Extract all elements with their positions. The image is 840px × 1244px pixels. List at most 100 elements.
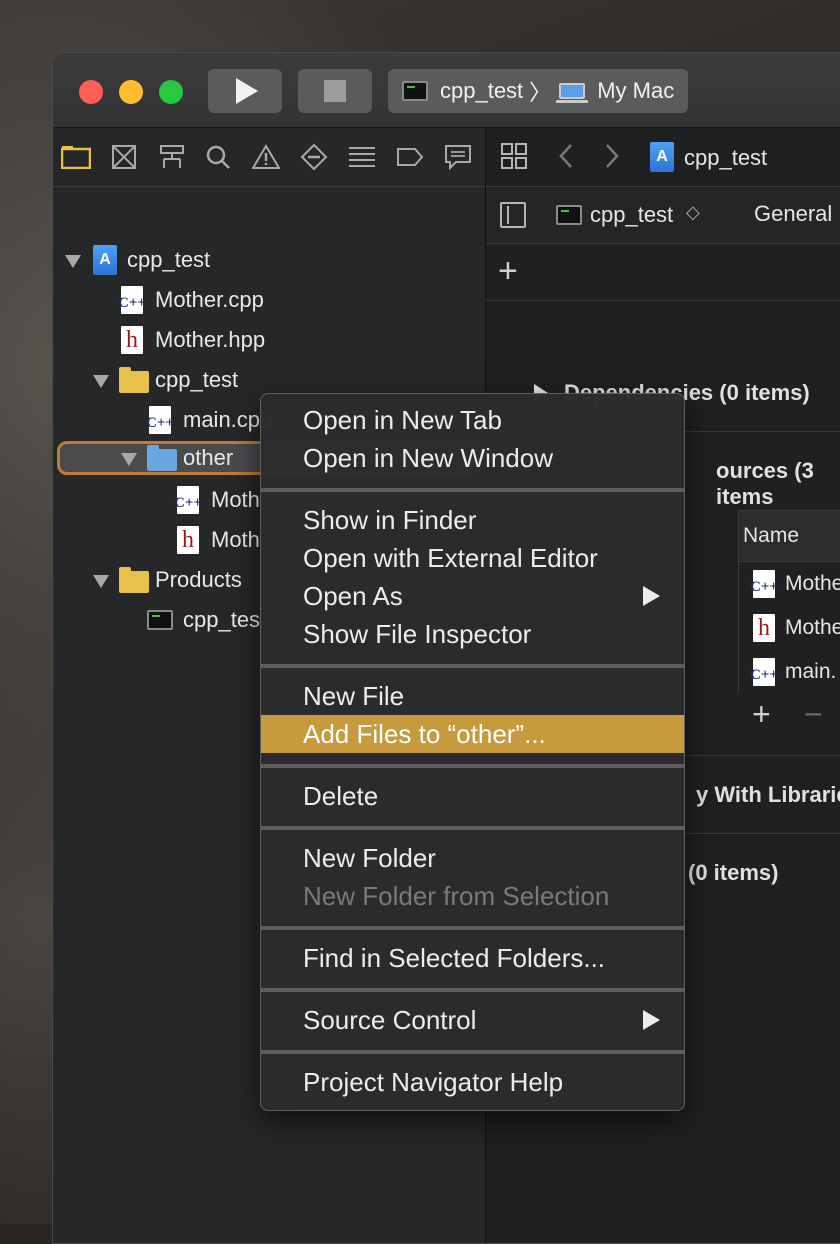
header-file-icon: h bbox=[177, 526, 199, 554]
submenu-arrow-icon bbox=[643, 586, 660, 606]
menu-item-show-in-finder[interactable]: Show in Finder bbox=[261, 501, 684, 539]
xcode-project-icon: A bbox=[93, 245, 117, 275]
folder-navigator-icon[interactable] bbox=[61, 143, 91, 171]
menu-item-label: Open in New Tab bbox=[303, 404, 502, 435]
menu-item-navigator-help[interactable]: Project Navigator Help bbox=[261, 1063, 684, 1101]
remove-file-button[interactable]: − bbox=[804, 698, 823, 730]
menu-item-label: Delete bbox=[303, 780, 379, 811]
disclosure-triangle-icon[interactable] bbox=[65, 255, 81, 268]
column-name-header[interactable]: Name bbox=[743, 524, 799, 548]
navigator-selector-bar bbox=[53, 128, 485, 187]
menu-item-open-as[interactable]: Open As bbox=[261, 577, 684, 615]
copy-bundle-section[interactable]: (0 items) bbox=[688, 860, 778, 886]
tree-row-file[interactable]: h Mother.hpp bbox=[53, 320, 485, 360]
compile-sources-label: ources (3 items bbox=[716, 458, 814, 509]
zoom-window-button[interactable] bbox=[159, 80, 183, 104]
compile-sources-section[interactable]: ources (3 items bbox=[716, 458, 840, 510]
folder-icon bbox=[119, 367, 149, 393]
copy-bundle-label: (0 items) bbox=[688, 860, 779, 885]
menu-item-source-control[interactable]: Source Control bbox=[261, 1001, 684, 1039]
menu-separator bbox=[261, 488, 684, 492]
menu-item-open-new-window[interactable]: Open in New Window bbox=[261, 439, 684, 477]
menu-item-open-external-editor[interactable]: Open with External Editor bbox=[261, 539, 684, 577]
tree-item-label: Mother.cpp bbox=[155, 287, 264, 312]
menu-item-label: Project Navigator Help bbox=[303, 1066, 564, 1097]
breakpoint-navigator-icon[interactable] bbox=[395, 143, 425, 171]
add-phase-button[interactable]: + bbox=[498, 254, 518, 288]
terminal-app-icon bbox=[147, 610, 173, 630]
sidebar-toggle-icon[interactable] bbox=[500, 202, 526, 228]
context-menu: Open in New Tab Open in New Window Show … bbox=[260, 393, 685, 1111]
back-arrow-icon[interactable] bbox=[556, 142, 576, 176]
cpp-file-icon: C++ bbox=[750, 570, 778, 598]
tree-item-label: cpp_test bbox=[155, 367, 239, 392]
table-row[interactable]: h Mothe bbox=[739, 606, 840, 650]
menu-item-add-files[interactable]: Add Files to “other”... bbox=[261, 715, 684, 753]
terminal-app-icon bbox=[402, 81, 428, 101]
menu-separator bbox=[261, 926, 684, 930]
menu-item-label: Add Files to “other”... bbox=[303, 718, 546, 749]
run-button[interactable] bbox=[208, 69, 282, 113]
report-navigator-icon[interactable] bbox=[443, 143, 473, 171]
tab-general[interactable]: General bbox=[754, 201, 832, 227]
menu-item-show-file-inspector[interactable]: Show File Inspector bbox=[261, 615, 684, 653]
menu-item-label: Show in Finder bbox=[303, 504, 477, 535]
target-stepper-icon[interactable]: ◇ bbox=[686, 202, 700, 223]
menu-item-label: Open As bbox=[303, 580, 403, 611]
menu-item-new-file[interactable]: New File bbox=[261, 677, 684, 715]
tree-row-project[interactable]: A cpp_test bbox=[53, 240, 485, 280]
jump-bar: A cpp_test bbox=[486, 128, 840, 187]
scheme-selector[interactable]: cpp_test 〉 My Mac bbox=[388, 69, 688, 113]
menu-item-open-new-tab[interactable]: Open in New Tab bbox=[261, 401, 684, 439]
find-navigator-icon[interactable] bbox=[203, 143, 233, 171]
debug-navigator-icon[interactable] bbox=[347, 143, 377, 171]
scheme-separator: 〉 bbox=[529, 80, 552, 105]
run-destination[interactable]: My Mac bbox=[597, 78, 674, 104]
test-navigator-icon[interactable] bbox=[299, 143, 329, 171]
scheme-name[interactable]: cpp_test bbox=[440, 78, 523, 104]
toolbar: cpp_test 〉 My Mac bbox=[53, 53, 840, 128]
menu-item-label: New Folder bbox=[303, 842, 436, 873]
symbol-navigator-icon[interactable] bbox=[157, 143, 187, 171]
menu-item-new-folder[interactable]: New Folder bbox=[261, 839, 684, 877]
cpp-file-icon: C++ bbox=[750, 658, 778, 686]
menu-item-find-in-folders[interactable]: Find in Selected Folders... bbox=[261, 939, 684, 977]
source-control-navigator-icon[interactable] bbox=[109, 143, 139, 171]
table-cell-name: Mothe bbox=[785, 572, 840, 595]
link-libraries-section[interactable]: y With Librarie bbox=[696, 782, 840, 808]
header-file-icon: h bbox=[753, 614, 775, 642]
tree-item-label: cpp_tes bbox=[183, 607, 261, 632]
tree-item-label: Moth bbox=[211, 487, 260, 512]
folder-icon bbox=[119, 567, 149, 593]
table-row[interactable]: C++ main. bbox=[739, 650, 840, 694]
related-items-icon[interactable] bbox=[500, 142, 528, 176]
tree-row-file[interactable]: C++ Mother.cpp bbox=[53, 280, 485, 320]
jumpbar-title[interactable]: cpp_test bbox=[684, 145, 767, 171]
tree-item-label: main.cpp bbox=[183, 407, 273, 432]
target-name[interactable]: cpp_test bbox=[590, 202, 673, 228]
menu-item-label: New File bbox=[303, 680, 405, 711]
project-editor-bar: cpp_test ◇ General bbox=[486, 187, 840, 244]
menu-item-label: Open in New Window bbox=[303, 442, 553, 473]
folder-icon bbox=[147, 445, 177, 471]
menu-item-delete[interactable]: Delete bbox=[261, 777, 684, 815]
disclosure-triangle-icon[interactable] bbox=[93, 375, 109, 388]
menu-separator bbox=[261, 664, 684, 668]
table-cell-name: Mothe bbox=[785, 616, 840, 639]
tree-item-label: other bbox=[183, 445, 234, 470]
menu-item-label: Source Control bbox=[303, 1004, 477, 1035]
stop-button[interactable] bbox=[298, 69, 372, 113]
play-icon bbox=[236, 78, 258, 104]
menu-item-label: Show File Inspector bbox=[303, 618, 532, 649]
close-window-button[interactable] bbox=[79, 80, 103, 104]
disclosure-triangle-icon[interactable] bbox=[93, 575, 109, 588]
cpp-file-icon: C++ bbox=[118, 286, 146, 314]
add-file-button[interactable]: + bbox=[752, 698, 771, 730]
minimize-window-button[interactable] bbox=[119, 80, 143, 104]
disclosure-triangle-icon[interactable] bbox=[121, 453, 137, 466]
table-row[interactable]: C++ Mothe bbox=[739, 562, 840, 606]
issue-navigator-icon[interactable] bbox=[251, 143, 281, 171]
menu-separator bbox=[261, 1050, 684, 1054]
divider bbox=[486, 300, 840, 301]
forward-arrow-icon[interactable] bbox=[602, 142, 622, 176]
